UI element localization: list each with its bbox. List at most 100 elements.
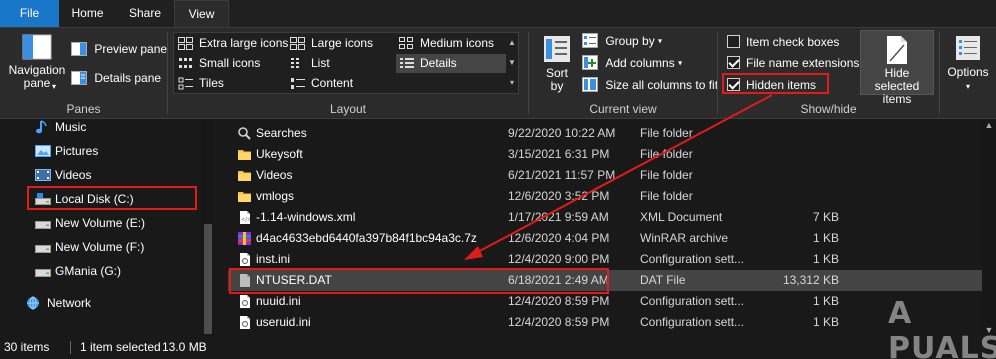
file-name: Ukeysoft xyxy=(256,147,303,161)
folder-icon xyxy=(237,147,252,162)
nav-item-pictures[interactable]: Pictures xyxy=(0,139,214,163)
file-name: vmlogs xyxy=(256,189,295,203)
file-name-extensions-checkbox[interactable] xyxy=(727,56,740,70)
file-date-modified: 3/15/2021 6:31 PM xyxy=(508,147,610,161)
file-type: File folder xyxy=(640,168,693,182)
file-type: WinRAR archive xyxy=(640,231,729,245)
nav-item-gmania-g[interactable]: GMania (G:) xyxy=(0,259,214,283)
nav-scrollbar[interactable] xyxy=(201,120,214,335)
navigation-pane-icon xyxy=(22,34,52,60)
layout-gallery-scroll[interactable]: ▲ ▼ ▾ xyxy=(506,33,518,93)
sort-by-icon xyxy=(544,36,570,62)
item-check-boxes-checkbox[interactable] xyxy=(727,35,740,49)
file-row[interactable]: nuuid.ini 12/4/2020 8:59 PM Configuration … xyxy=(228,291,988,312)
file-row[interactable]: useruid.ini 12/4/2020 8:59 PM Configuratio… xyxy=(228,312,988,333)
file-row[interactable]: </> -1.14-windows.xml 1/17/2021 9:59 AM XML… xyxy=(228,207,988,228)
file-type: XML Document xyxy=(640,210,723,224)
size-columns-icon xyxy=(582,77,598,93)
status-divider xyxy=(70,341,71,354)
layout-extra-large-icons[interactable]: Extra large icons xyxy=(178,34,288,53)
layout-tiles[interactable]: Tiles xyxy=(178,74,224,93)
watermark-text: A PUALS xyxy=(888,296,996,359)
layout-medium-icons[interactable]: Medium icons xyxy=(399,34,494,53)
watermark-logo: A PUALS xyxy=(888,296,996,359)
file-row[interactable]: d4ac4633ebd6440fa397b84f1bc94a3c.7z 12/6/… xyxy=(228,228,988,249)
file-size: 1 KB xyxy=(812,294,839,308)
nav-item-videos[interactable]: Videos xyxy=(0,163,214,187)
group-by-button[interactable]: Group by ▾ xyxy=(582,33,662,49)
layout-list[interactable]: List xyxy=(290,54,330,73)
status-bar: 30 items 1 item selected 13.0 MB xyxy=(0,335,996,359)
nav-item-new-volume-f[interactable]: New Volume (F:) xyxy=(0,235,214,259)
tab-share[interactable]: Share xyxy=(116,0,174,27)
options-button[interactable]: Options ▾ xyxy=(942,34,994,93)
tab-file[interactable]: File xyxy=(0,0,59,27)
chevron-up-icon[interactable]: ▲ xyxy=(506,33,518,53)
item-check-boxes-toggle[interactable]: Item check boxes xyxy=(727,34,839,49)
layout-content[interactable]: Content xyxy=(290,74,353,93)
nav-label: Videos xyxy=(55,168,92,182)
file-name: nuuid.ini xyxy=(256,294,301,308)
group-divider xyxy=(939,32,940,114)
nav-item-network[interactable]: Network xyxy=(0,291,214,315)
layout-small-icons[interactable]: Small icons xyxy=(178,54,260,73)
nav-label: GMania (G:) xyxy=(55,264,122,278)
nav-label: New Volume (E:) xyxy=(55,216,146,230)
file-row[interactable]: vmlogs 12/6/2020 3:52 PM File folder xyxy=(228,186,988,207)
layout-label: Content xyxy=(311,76,354,90)
preview-pane-button[interactable]: Preview pane xyxy=(71,41,167,56)
ribbon-tab-bar: File Home Share View xyxy=(0,0,996,28)
file-row[interactable]: inst.ini 12/4/2020 9:00 PM Configuration s… xyxy=(228,249,988,270)
file-row[interactable]: Searches 9/22/2020 10:22 AM File folder xyxy=(228,123,988,144)
details-pane-button[interactable]: Details pane xyxy=(71,70,161,85)
nav-item-music[interactable]: Music xyxy=(0,115,214,139)
layout-label: Large icons xyxy=(311,36,374,50)
navigation-pane-button[interactable]: Navigation pane ▾ xyxy=(6,34,68,91)
chevron-down-icon[interactable]: ▼ xyxy=(506,53,518,73)
file-name: inst.ini xyxy=(256,252,291,266)
group-label-layout: Layout xyxy=(329,102,367,116)
file-name-extensions-toggle[interactable]: File name extensions xyxy=(727,55,859,70)
options-label: Options xyxy=(947,65,989,79)
gallery-more-icon[interactable]: ▾ xyxy=(506,73,518,93)
ribbon-view: Navigation pane ▾ Preview pane Details p… xyxy=(0,27,996,119)
tab-view[interactable]: View xyxy=(174,0,229,28)
file-date-modified: 1/17/2021 9:59 AM xyxy=(508,210,609,224)
tiles-icon xyxy=(178,77,193,90)
file-row[interactable]: Ukeysoft 3/15/2021 6:31 PM File folder xyxy=(228,144,988,165)
file-type: File folder xyxy=(640,147,693,161)
highlight-ntuser-row xyxy=(229,268,609,294)
tab-home[interactable]: Home xyxy=(59,0,116,27)
ini-file-icon xyxy=(237,252,252,267)
archive-icon xyxy=(237,231,252,246)
file-date-modified: 12/4/2020 8:59 PM xyxy=(508,294,610,308)
network-icon xyxy=(27,296,39,310)
nav-scrollbar-thumb[interactable] xyxy=(204,224,212,334)
large-icons-icon xyxy=(290,37,305,51)
extra-large-icons-icon xyxy=(178,37,193,51)
layout-details[interactable]: Details xyxy=(396,54,506,73)
hide-selected-items-button[interactable]: Hide selected items xyxy=(860,30,934,106)
file-size: 1 KB xyxy=(812,315,839,329)
file-row[interactable]: Videos 6/21/2021 11:57 PM File folder xyxy=(228,165,988,186)
drive-icon xyxy=(35,221,51,229)
options-icon xyxy=(956,36,980,60)
nav-item-new-volume-e[interactable]: New Volume (E:) xyxy=(0,211,214,235)
nav-label: Network xyxy=(47,296,92,310)
highlight-hidden-items xyxy=(722,73,829,94)
add-columns-button[interactable]: Add columns ▾ xyxy=(582,55,682,71)
group-label-current-view: Current view xyxy=(589,102,657,116)
drive-icon xyxy=(35,269,51,277)
videos-icon xyxy=(35,169,51,181)
preview-pane-label: Preview pane xyxy=(94,41,168,56)
layout-large-icons[interactable]: Large icons xyxy=(290,34,373,53)
group-panes: Navigation pane ▾ Preview pane Details p… xyxy=(0,28,167,119)
layout-label: Details xyxy=(420,56,457,70)
size-all-columns-button[interactable]: Size all columns to fit xyxy=(582,77,718,93)
navigation-pane: Music Pictures Videos Local Disk (C:) Ne… xyxy=(0,120,214,335)
chevron-down-icon: ▾ xyxy=(52,82,57,91)
item-check-boxes-label: Item check boxes xyxy=(746,34,840,49)
sort-by-button[interactable]: Sort by xyxy=(537,34,577,93)
file-name-extensions-label: File name extensions xyxy=(746,55,860,70)
chevron-up-icon[interactable]: ▲ xyxy=(982,120,996,130)
